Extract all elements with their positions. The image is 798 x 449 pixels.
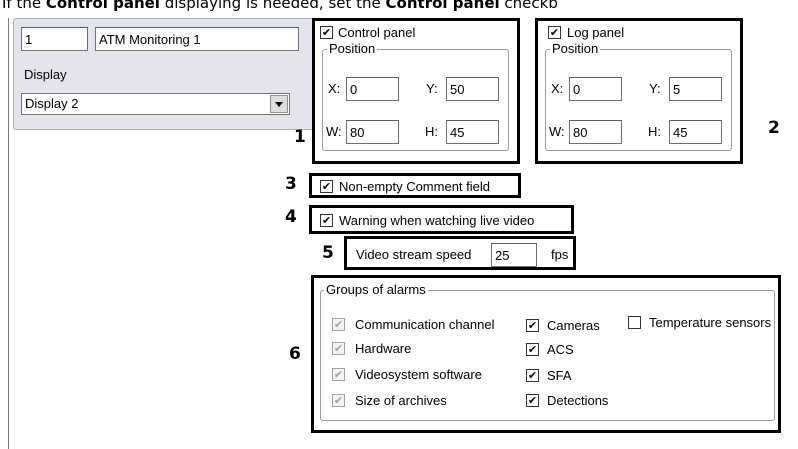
warning-label: Warning when watching live video — [339, 213, 535, 228]
alarm-label-acs: ACS — [547, 342, 574, 357]
control-w-field[interactable]: 80 — [346, 120, 399, 144]
alarm-groups-title: Groups of alarms — [324, 282, 428, 297]
alarm-checkbox-videosystem: ✔ — [332, 368, 345, 381]
alarm-checkbox-hardware: ✔ — [332, 342, 345, 355]
alarm-label-archives: Size of archives — [355, 393, 447, 408]
speed-section: Video stream speed 25 fps — [344, 236, 576, 270]
page-border-line — [8, 18, 9, 449]
check-icon: ✔ — [527, 369, 538, 382]
speed-unit: fps — [551, 247, 569, 262]
alarm-label-sfa: SFA — [547, 368, 572, 383]
callout-1: 1 — [294, 127, 306, 147]
callout-4: 4 — [285, 207, 297, 227]
control-panel-label: Control panel — [338, 25, 416, 40]
alarm-groups-section: Groups of alarms ✔ Communication channel… — [311, 275, 781, 433]
check-icon: ✔ — [321, 26, 332, 39]
control-y-label: Y: — [426, 81, 438, 96]
alarm-checkbox-temperature[interactable] — [628, 316, 641, 329]
check-icon: ✔ — [333, 368, 344, 381]
alarm-label-detections: Detections — [547, 393, 609, 408]
log-h-field[interactable]: 45 — [669, 120, 722, 144]
control-panel-checkbox[interactable]: ✔ — [320, 26, 333, 39]
alarm-label-temperature: Temperature sensors — [649, 315, 772, 330]
display-select[interactable]: Display 2 — [21, 93, 290, 115]
control-x-field[interactable]: 0 — [346, 77, 399, 101]
alarm-checkbox-acs[interactable]: ✔ — [526, 343, 539, 356]
log-x-field[interactable]: 0 — [569, 77, 622, 101]
check-icon: ✔ — [333, 318, 344, 331]
check-icon: ✔ — [527, 343, 538, 356]
comment-section: ✔ Non-empty Comment field — [309, 173, 521, 198]
log-panel-section: ✔ Log panel Position X: 0 Y: 5 W: 80 H: … — [535, 18, 743, 164]
caption-bold-1: Control panel — [45, 0, 160, 12]
log-h-label: H: — [648, 124, 661, 139]
log-y-field[interactable]: 5 — [669, 77, 722, 101]
log-w-field[interactable]: 80 — [569, 120, 622, 144]
check-icon: ✔ — [321, 180, 332, 193]
caption-text-mid: displaying is needed, set the — [159, 0, 386, 12]
speed-label: Video stream speed — [356, 247, 472, 262]
chevron-down-icon[interactable] — [270, 95, 288, 113]
control-h-label: H: — [425, 124, 438, 139]
check-icon: ✔ — [333, 394, 344, 407]
instruction-caption: If the Control panel displaying is neede… — [0, 0, 798, 16]
alarm-label-videosystem: Videosystem software — [355, 367, 482, 382]
check-icon: ✔ — [321, 214, 332, 227]
log-w-label: W: — [549, 124, 565, 139]
monitor-name-field[interactable]: ATM Monitoring 1 — [95, 27, 299, 51]
log-panel-checkbox[interactable]: ✔ — [548, 26, 561, 39]
log-position-title: Position — [550, 41, 601, 56]
log-y-label: Y: — [649, 81, 661, 96]
callout-2: 2 — [768, 118, 780, 138]
control-y-field[interactable]: 50 — [446, 77, 499, 101]
comment-label: Non-empty Comment field — [339, 179, 490, 194]
log-x-label: X: — [551, 81, 564, 96]
alarm-checkbox-detections[interactable]: ✔ — [526, 394, 539, 407]
alarm-label-cameras: Cameras — [547, 318, 600, 333]
control-position-title: Position — [327, 41, 378, 56]
callout-6: 6 — [289, 344, 301, 364]
callout-5: 5 — [322, 243, 334, 263]
control-panel-section: ✔ Control panel Position X: 0 Y: 50 W: 8… — [312, 18, 520, 164]
check-icon: ✔ — [527, 394, 538, 407]
control-x-label: X: — [328, 81, 341, 96]
display-label: Display — [24, 67, 67, 82]
alarm-checkbox-cameras[interactable]: ✔ — [526, 319, 539, 332]
warning-checkbox[interactable]: ✔ — [320, 214, 333, 227]
alarm-label-hardware: Hardware — [355, 341, 412, 356]
display-select-value: Display 2 — [25, 96, 79, 111]
monitor-settings-panel: 1 ATM Monitoring 1 Display Display 2 — [13, 18, 318, 130]
comment-checkbox[interactable]: ✔ — [320, 180, 333, 193]
callout-3: 3 — [285, 174, 297, 194]
caption-bold-2: Control panel — [385, 0, 500, 12]
alarm-checkbox-communication: ✔ — [332, 318, 345, 331]
control-h-field[interactable]: 45 — [446, 120, 499, 144]
alarm-checkbox-sfa[interactable]: ✔ — [526, 369, 539, 382]
warning-section: ✔ Warning when watching live video — [309, 205, 574, 234]
log-panel-label: Log panel — [567, 25, 625, 40]
alarm-checkbox-archives: ✔ — [332, 394, 345, 407]
alarm-label-communication: Communication channel — [355, 317, 495, 332]
caption-text-pre: If the — [2, 0, 46, 12]
caption-text-post: checkb — [499, 0, 558, 12]
speed-field[interactable]: 25 — [491, 243, 537, 267]
check-icon: ✔ — [527, 319, 538, 332]
monitor-id-field[interactable]: 1 — [21, 27, 88, 51]
check-icon: ✔ — [549, 26, 560, 39]
check-icon: ✔ — [333, 342, 344, 355]
control-w-label: W: — [326, 124, 342, 139]
